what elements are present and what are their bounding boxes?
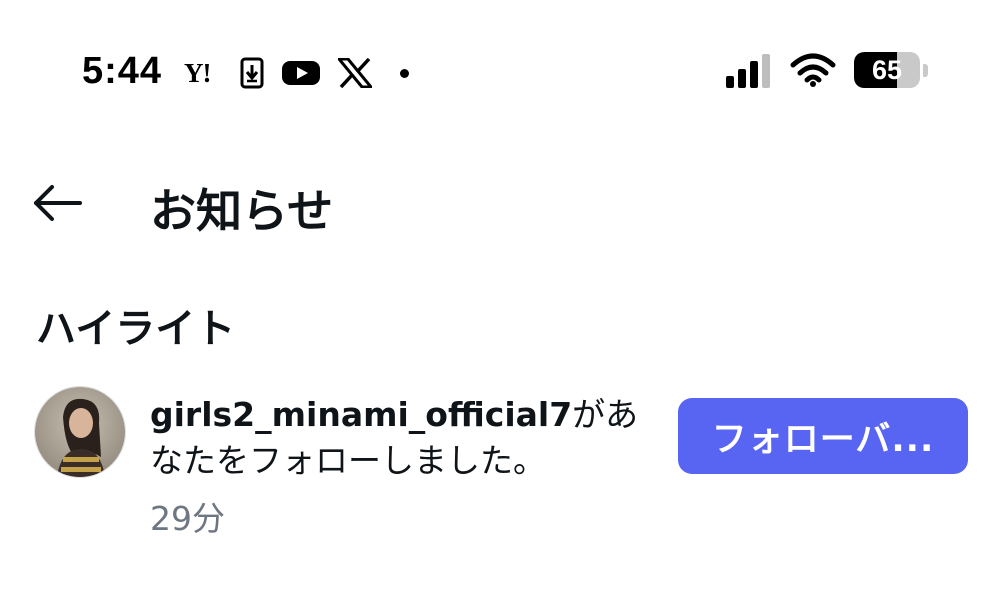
back-arrow-icon xyxy=(34,185,82,221)
youtube-icon xyxy=(282,61,320,85)
x-icon xyxy=(338,58,372,88)
avatar[interactable] xyxy=(34,386,126,478)
battery-icon: 65 xyxy=(854,52,928,88)
follow-back-button[interactable]: フォローバ... xyxy=(678,398,968,474)
notification-item[interactable]: girls2_minami_official7があなたをフォローしました。 29… xyxy=(0,378,1001,558)
battery-body: 65 xyxy=(854,52,920,88)
download-icon xyxy=(240,57,264,89)
yahoo-icon: Y! xyxy=(184,57,212,88)
dot-icon xyxy=(400,68,409,78)
back-button[interactable] xyxy=(30,179,86,227)
avatar-image xyxy=(35,387,125,477)
status-bar: 5:44 Y! 65 xyxy=(0,0,1001,130)
notification-message: girls2_minami_official7があなたをフォローしました。 xyxy=(150,392,650,484)
battery-percent: 65 xyxy=(871,54,903,85)
wifi-icon xyxy=(790,53,836,87)
battery-tip xyxy=(923,63,928,77)
section-title-highlights: ハイライト xyxy=(36,306,236,352)
page-title: お知らせ xyxy=(150,184,334,238)
status-time: 5:44 xyxy=(82,50,163,92)
page-header: お知らせ xyxy=(0,165,1001,245)
notification-username[interactable]: girls2_minami_official7 xyxy=(150,395,572,434)
status-system-icons: 65 xyxy=(726,52,928,88)
notification-time: 29分 xyxy=(150,499,225,538)
status-notification-icons: Y! xyxy=(184,56,409,90)
signal-icon xyxy=(726,54,770,88)
